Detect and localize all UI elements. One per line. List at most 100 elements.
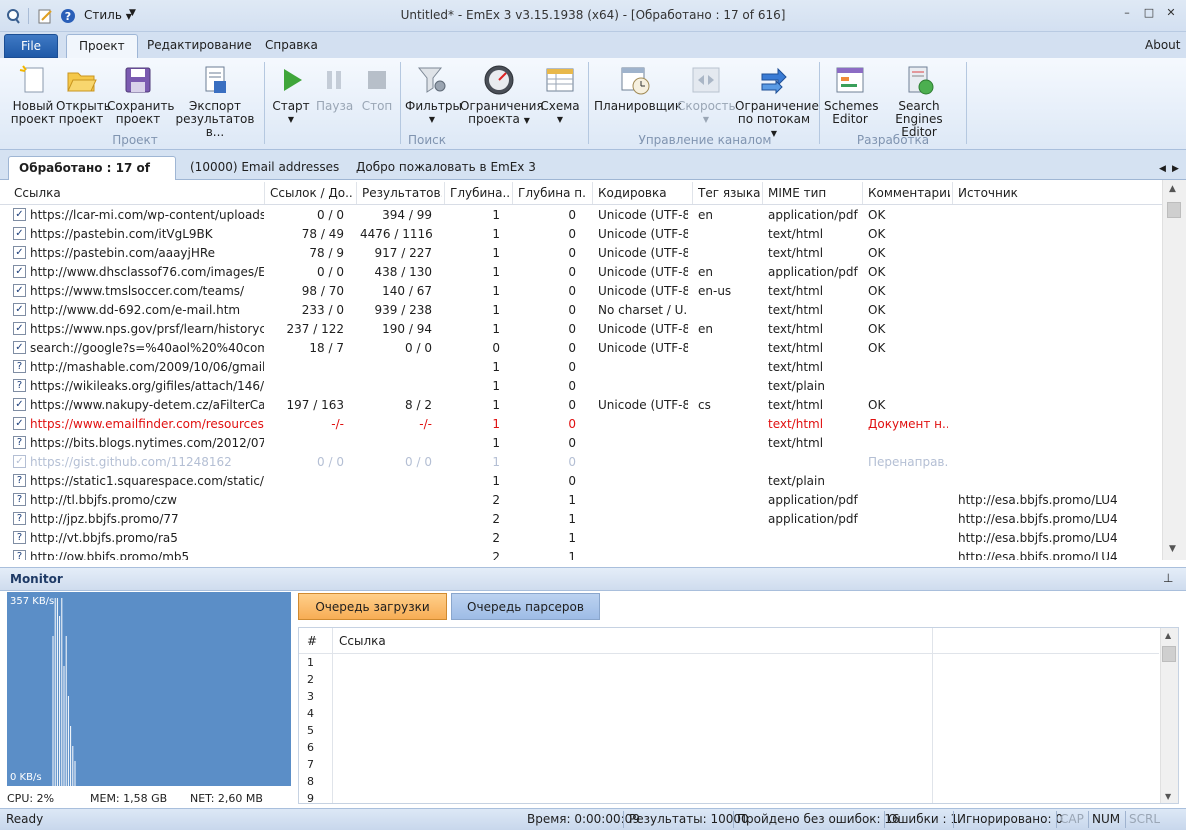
table-row[interactable]: ✓ https://www.emailfinder.com/resources/a… xyxy=(0,415,1162,434)
stop-button[interactable]: Стоп xyxy=(360,60,394,113)
grid-col-header[interactable]: Комментарии xyxy=(868,186,950,200)
table-row[interactable]: ✓ https://www.nps.gov/prsf/learn/historyc… xyxy=(0,320,1162,339)
grid-col-separator[interactable] xyxy=(592,182,593,204)
grid-col-separator[interactable] xyxy=(264,182,265,204)
grid-col-separator[interactable] xyxy=(762,182,763,204)
grid-scrollbar[interactable]: ▲ ▼ xyxy=(1162,180,1186,560)
unknown-status-icon[interactable]: ? xyxy=(13,474,26,487)
table-row[interactable]: ✓ http://www.dhsclassof76.com/images/E-..… xyxy=(0,263,1162,282)
checked-status-icon[interactable]: ✓ xyxy=(13,303,26,316)
unknown-status-icon[interactable]: ? xyxy=(13,550,26,560)
checked-status-icon[interactable]: ✓ xyxy=(13,208,26,221)
cell-url: https://static1.squarespace.com/static/5… xyxy=(30,474,264,488)
scheduler-button[interactable]: Планировщик xyxy=(594,60,682,113)
scroll-down-icon[interactable]: ▼ xyxy=(1169,544,1176,554)
table-row[interactable]: ? http://mashable.com/2009/10/06/gmail-a.… xyxy=(0,358,1162,377)
schemes-editor-button[interactable]: Schemes Editor xyxy=(824,60,879,126)
grid-col-separator[interactable] xyxy=(444,182,445,204)
tab-emails[interactable]: (10000) Email addresses xyxy=(190,156,339,180)
save-project-button[interactable]: Сохранить проект xyxy=(107,60,175,126)
close-button[interactable]: ✕ xyxy=(1160,6,1182,24)
grid-col-separator[interactable] xyxy=(356,182,357,204)
checked-status-icon[interactable]: ✓ xyxy=(13,246,26,259)
unknown-status-icon[interactable]: ? xyxy=(13,531,26,544)
thread-limit-button[interactable]: Ограничение по потокам ▼ xyxy=(735,60,819,140)
checked-status-icon[interactable]: ✓ xyxy=(13,322,26,335)
table-row[interactable]: ? https://bits.blogs.nytimes.com/2012/07/… xyxy=(0,434,1162,453)
grid-col-header[interactable]: Ссылок / До... xyxy=(270,186,354,200)
unknown-status-icon[interactable]: ? xyxy=(13,436,26,449)
minimize-button[interactable]: – xyxy=(1116,6,1138,24)
maximize-button[interactable]: □ xyxy=(1138,6,1160,24)
open-project-button[interactable]: Открыть проект xyxy=(56,60,111,126)
table-row[interactable]: ✓ https://pastebin.com/aaayjHRe 78 / 9 917 … xyxy=(0,244,1162,263)
tab-project[interactable]: Проект xyxy=(66,34,138,58)
tab-file[interactable]: File xyxy=(4,34,58,58)
new-project-button[interactable]: Новый проект xyxy=(10,60,56,126)
table-row[interactable]: ✓ https://www.tmslsoccer.com/teams/98 / 7… xyxy=(0,282,1162,301)
queue-scroll-thumb[interactable] xyxy=(1162,646,1176,662)
grid-col-separator[interactable] xyxy=(862,182,863,204)
pause-button[interactable]: Пауза xyxy=(316,60,353,113)
table-row[interactable]: ? http://tl.bbjfs.promo/czw 2 1 application/… xyxy=(0,491,1162,510)
scroll-up-icon[interactable]: ▲ xyxy=(1165,631,1171,640)
speed-button[interactable]: Скорость ▼ xyxy=(677,60,736,126)
parser-queue-button[interactable]: Очередь парсеров xyxy=(451,593,600,620)
start-button[interactable]: Старт ▼ xyxy=(272,60,310,126)
checked-status-icon[interactable]: ✓ xyxy=(13,265,26,278)
cell-mime: application/pdf xyxy=(768,265,858,279)
tab-welcome[interactable]: Добро пожаловать в EmEx 3 xyxy=(356,156,536,180)
unknown-status-icon[interactable]: ? xyxy=(13,360,26,373)
unknown-status-icon[interactable]: ? xyxy=(13,512,26,525)
scheme-button[interactable]: Схема ▼ xyxy=(540,60,580,126)
table-row[interactable]: ✓ https://pastebin.com/itVgL9BK 78 / 49 447… xyxy=(0,225,1162,244)
table-row[interactable]: ? http://vt.bbjfs.promo/ra5 2 1 http://esa.b… xyxy=(0,529,1162,548)
unknown-status-icon[interactable]: ? xyxy=(13,379,26,392)
table-row[interactable]: ? https://wikileaks.org/gifiles/attach/14… xyxy=(0,377,1162,396)
project-limits-button[interactable]: Ограничения проекта ▼ xyxy=(460,60,544,127)
table-row[interactable]: ✓ https://www.nakupy-detem.cz/aFilterCate… xyxy=(0,396,1162,415)
grid-col-separator[interactable] xyxy=(512,182,513,204)
cell-comment: Перенаправ... xyxy=(868,455,948,469)
download-queue-button[interactable]: Очередь загрузки xyxy=(298,593,447,620)
checked-status-icon[interactable]: ✓ xyxy=(13,284,26,297)
table-row[interactable]: ? http://jpz.bbjfs.promo/77 2 1 application/… xyxy=(0,510,1162,529)
tab-scroll-right-icon[interactable]: ▶ xyxy=(1172,158,1179,182)
checked-status-icon[interactable]: ✓ xyxy=(13,455,26,468)
table-row[interactable]: ✓ https://gist.github.com/11248162 0 / 0 0 … xyxy=(0,453,1162,472)
table-row[interactable]: ✓ http://www.dd-692.com/e-mail.htm 233 / 0… xyxy=(0,301,1162,320)
unknown-status-icon[interactable]: ? xyxy=(13,493,26,506)
grid-col-header[interactable]: Глубина... xyxy=(450,186,510,200)
tab-help[interactable]: Справка xyxy=(253,34,330,58)
grid-scroll-thumb[interactable] xyxy=(1167,202,1181,218)
grid-col-header[interactable]: Тег языка xyxy=(698,186,760,200)
checked-status-icon[interactable]: ✓ xyxy=(13,227,26,240)
export-results-button[interactable]: Экспорт результатов в... xyxy=(170,60,260,139)
tab-about[interactable]: About xyxy=(1133,34,1186,58)
grid-col-header[interactable]: Источник xyxy=(958,186,1154,200)
tab-edit[interactable]: Редактирование xyxy=(135,34,264,58)
checked-status-icon[interactable]: ✓ xyxy=(13,341,26,354)
queue-scrollbar[interactable]: ▲ ▼ xyxy=(1160,628,1178,803)
scroll-down-icon[interactable]: ▼ xyxy=(1165,792,1171,801)
cell-depth: 1 xyxy=(492,379,500,393)
filters-button[interactable]: Фильтры ▼ xyxy=(405,60,462,126)
checked-status-icon[interactable]: ✓ xyxy=(13,398,26,411)
scroll-up-icon[interactable]: ▲ xyxy=(1169,184,1176,194)
grid-col-separator[interactable] xyxy=(952,182,953,204)
grid-col-header[interactable]: Результатов... xyxy=(362,186,442,200)
grid-col-header[interactable]: MIME тип xyxy=(768,186,860,200)
table-row[interactable]: ✓ https://lcar-mi.com/wp-content/uploads/… xyxy=(0,206,1162,225)
grid-col-header[interactable]: Ссылка xyxy=(14,186,246,200)
tab-processed[interactable]: Обработано : 17 of 616 xyxy=(8,156,176,197)
search-engines-editor-button[interactable]: Search Engines Editor xyxy=(877,60,961,139)
checked-status-icon[interactable]: ✓ xyxy=(13,417,26,430)
table-row[interactable]: ? http://ow.bbjfs.promo/mb5 2 1 http://esa.b… xyxy=(0,548,1162,560)
pin-icon[interactable]: ⊥ xyxy=(1163,571,1173,585)
table-row[interactable]: ✓ search://google?s=%40aol%20%40comcas...… xyxy=(0,339,1162,358)
grid-col-header[interactable]: Кодировка xyxy=(598,186,690,200)
tab-scroll-left-icon[interactable]: ◀ xyxy=(1159,158,1166,182)
grid-col-header[interactable]: Глубина п... xyxy=(518,186,586,200)
grid-col-separator[interactable] xyxy=(692,182,693,204)
table-row[interactable]: ? https://static1.squarespace.com/static/… xyxy=(0,472,1162,491)
